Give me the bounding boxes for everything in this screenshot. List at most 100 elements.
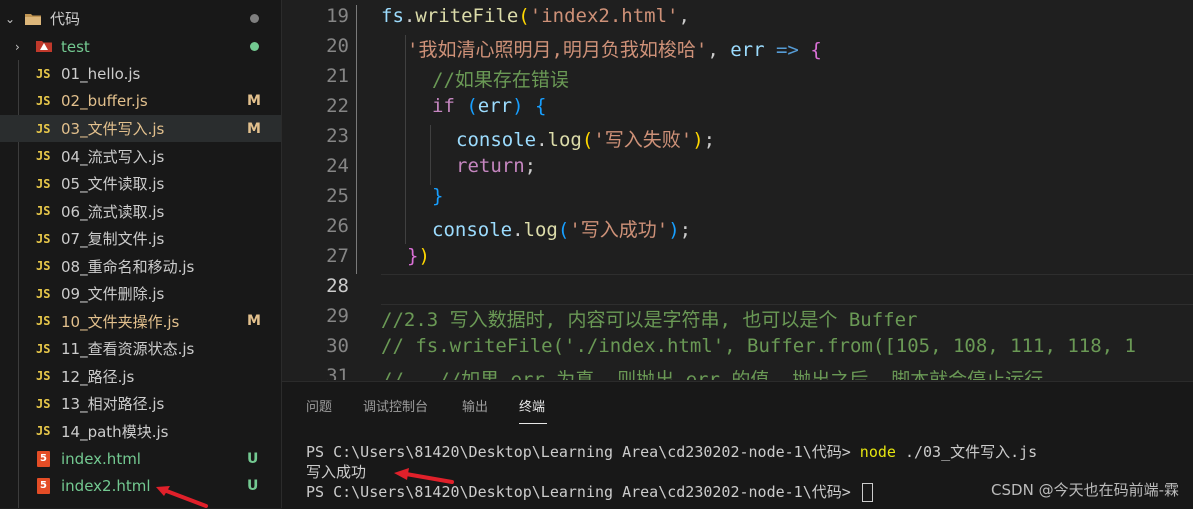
line-number: 28 [326, 275, 349, 297]
file-name: 14_path模块.js [61, 422, 169, 441]
code-line-23: console.log('写入失败'); [456, 129, 716, 151]
code-line-26: console.log('写入成功'); [432, 219, 692, 241]
tab-debug-console[interactable]: 调试控制台 [363, 396, 428, 415]
file-item[interactable]: JS 13_相对路径.js [0, 390, 281, 417]
test-folder-icon [36, 41, 52, 52]
file-name: 02_buffer.js [61, 92, 148, 110]
git-status-badge: U [247, 450, 259, 467]
file-item[interactable]: JS 02_buffer.js M [0, 88, 281, 115]
bottom-panel: 问题 调试控制台 输出 终端 PS C:\Users\81420\Desktop… [282, 381, 1193, 509]
file-name: 09_文件删除.js [61, 285, 165, 303]
code-line-29: //2.3 写入数据时, 内容可以是字符串, 也可以是个 Buffer [381, 309, 918, 331]
tab-terminal[interactable]: 终端 [519, 396, 545, 415]
terminal-line-1: PS C:\Users\81420\Desktop\Learning Area\… [306, 443, 1038, 461]
tab-output[interactable]: 输出 [462, 396, 488, 415]
line-number: 19 [326, 5, 349, 27]
file-item[interactable]: JS 12_路径.js [0, 363, 281, 390]
chevron-down-icon: ⌄ [5, 11, 16, 26]
active-tab-indicator [519, 423, 547, 424]
git-status-badge: M [247, 120, 261, 137]
js-file-icon: JS [36, 121, 51, 136]
indent-guide [405, 35, 406, 244]
file-name: 13_相对路径.js [61, 395, 165, 413]
git-status-badge: M [247, 93, 261, 109]
annotation-arrow-icon [156, 486, 208, 508]
code-line-25: } [432, 185, 444, 207]
file-item[interactable]: JS 09_文件删除.js [0, 280, 281, 307]
untracked-dot [250, 42, 259, 51]
git-status-badge: M [247, 313, 261, 329]
js-file-icon: JS [36, 259, 51, 273]
js-file-icon: JS [36, 286, 51, 301]
line-number: 22 [326, 95, 349, 117]
html5-file-icon: 5 [37, 478, 50, 494]
file-name: 11_查看资源状态.js [61, 340, 195, 358]
file-item[interactable]: 5 index.html U [0, 445, 281, 472]
file-name: 08_重命名和移动.js [61, 257, 195, 276]
js-file-icon: JS [36, 66, 51, 81]
code-line-19: fs.writeFile('index2.html', [381, 5, 690, 27]
file-item[interactable]: JS 14_path模块.js [0, 418, 281, 445]
terminal-cursor [861, 483, 873, 502]
file-item[interactable]: 5 index2.html U [0, 473, 281, 500]
terminal-output: 写入成功 [306, 463, 367, 481]
line-number: 23 [326, 125, 349, 147]
current-line-highlight [381, 274, 1193, 305]
code-line-21: //如果存在错误 [432, 69, 569, 91]
file-item[interactable]: JS 08_重命名和移动.js [0, 253, 281, 280]
file-name: 12_路径.js [61, 367, 135, 386]
folder-test[interactable]: › test [0, 33, 281, 60]
js-file-icon: JS [36, 424, 51, 438]
file-name: index.html [61, 449, 141, 468]
js-file-icon: JS [36, 176, 51, 191]
js-file-icon: JS [36, 369, 51, 383]
annotation-arrow-icon [394, 468, 454, 484]
line-number: 29 [326, 305, 349, 327]
js-file-icon: JS [36, 231, 51, 246]
line-number: 24 [326, 155, 349, 177]
js-file-icon: JS [36, 396, 51, 411]
js-file-icon: JS [36, 94, 51, 108]
folder-root-label: 代码 [50, 10, 81, 28]
code-line-24: return; [456, 155, 537, 177]
js-file-icon: JS [36, 204, 51, 218]
file-item[interactable]: JS 10_文件夹操作.js M [0, 308, 281, 335]
explorer-sidebar: ⌄ 代码 › test JS 01_hello.js JS 02_buffer.js M… [0, 0, 282, 508]
code-line-31: // //如果 err 为真, 则抛出 err 的值, 抛出之后, 脚本就会停止… [381, 369, 1044, 380]
file-name: 01_hello.js [61, 64, 141, 83]
indent-guide [430, 125, 431, 185]
line-number: 31 [326, 365, 349, 380]
file-item[interactable]: JS 06_流式读取.js [0, 198, 281, 225]
file-name: 05_文件读取.js [61, 175, 165, 193]
js-file-icon: JS [36, 149, 51, 163]
html5-file-icon: 5 [37, 450, 50, 467]
line-number: 21 [326, 65, 349, 87]
file-item[interactable]: JS 01_hello.js [0, 60, 281, 87]
chevron-right-icon: › [15, 39, 20, 54]
file-item[interactable]: JS 11_查看资源状态.js [0, 335, 281, 362]
code-line-27: }) [407, 245, 430, 267]
file-item[interactable]: JS 05_文件读取.js [0, 170, 281, 197]
js-file-icon: JS [36, 314, 51, 328]
line-number: 27 [326, 245, 349, 267]
code-line-20: '我如清心照明月,明月负我如梭哈', err => { [407, 39, 822, 61]
line-number: 26 [326, 215, 349, 237]
file-item[interactable]: JS 03_文件写入.js M [0, 115, 281, 142]
csdn-watermark: CSDN @今天也在码前端-霖 [991, 481, 1179, 499]
folder-root[interactable]: ⌄ 代码 [0, 5, 281, 32]
file-name: 04_流式写入.js [61, 147, 165, 166]
git-status-badge: U [247, 478, 259, 494]
folder-test-label: test [61, 37, 90, 56]
file-item[interactable]: JS 04_流式写入.js [0, 143, 281, 170]
code-line-22: if (err) { [432, 95, 547, 117]
line-number: 25 [326, 185, 349, 207]
file-item[interactable]: JS 07_复制文件.js [0, 225, 281, 252]
file-name: index2.html [61, 477, 151, 495]
modified-dot [250, 14, 259, 23]
line-number: 20 [326, 35, 349, 57]
folder-open-icon [25, 13, 41, 25]
code-line-30: // fs.writeFile('./index.html', Buffer.f… [381, 335, 1136, 357]
tab-problems[interactable]: 问题 [306, 396, 332, 415]
code-editor[interactable]: 19 20 21 22 23 24 25 26 27 28 29 30 31 fs.writeFile(… [282, 0, 1193, 380]
line-number: 30 [326, 335, 349, 357]
